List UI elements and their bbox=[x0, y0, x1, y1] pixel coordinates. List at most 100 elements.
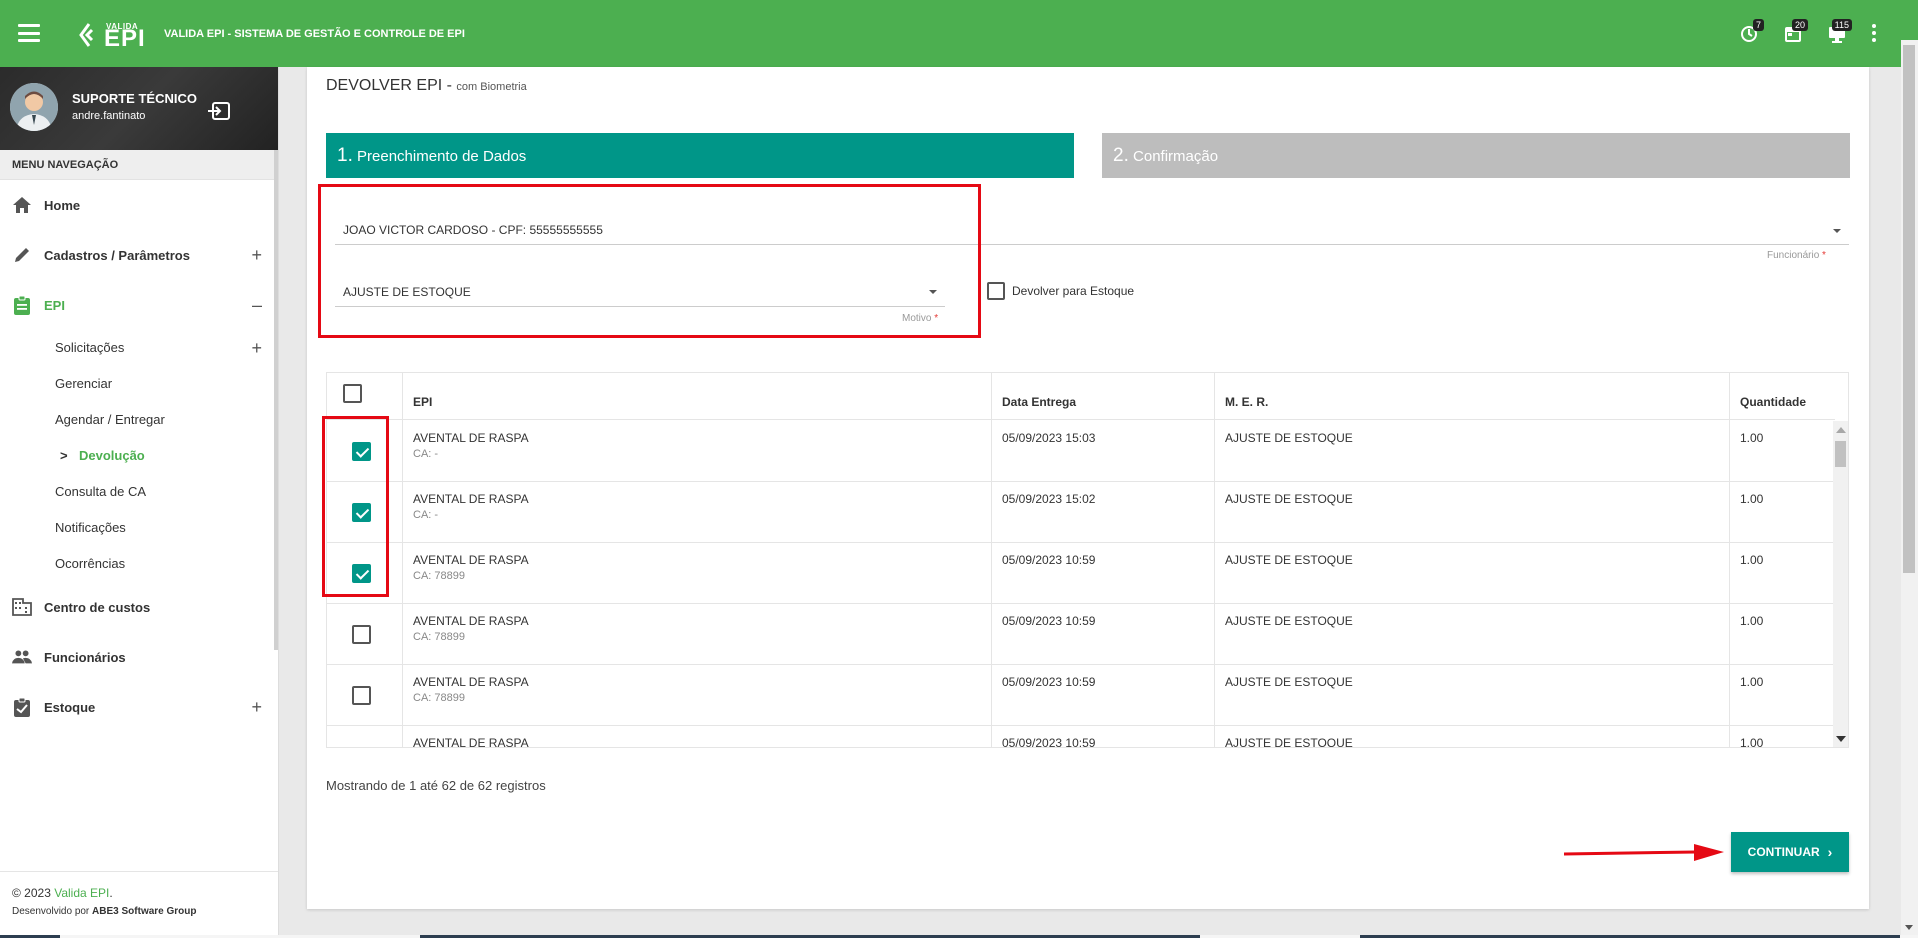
sidebar-subitem-solicitacoes[interactable]: Solicitações + bbox=[0, 330, 278, 366]
data-entrega-cell: 05/09/2023 10:59 bbox=[1002, 675, 1096, 689]
row-checkbox[interactable] bbox=[352, 503, 371, 522]
mer-cell: AJUSTE DE ESTOQUE bbox=[1225, 675, 1353, 689]
history-icon[interactable]: 7 bbox=[1738, 19, 1764, 46]
sidebar-subitem-label: Ocorrências bbox=[55, 556, 126, 571]
expand-plus-icon[interactable]: + bbox=[251, 330, 262, 366]
user-panel: SUPORTE TÉCNICO andre.fantinato bbox=[0, 67, 278, 150]
page-scrollbar[interactable] bbox=[1901, 40, 1918, 938]
sidebar-item-home[interactable]: Home bbox=[0, 180, 278, 230]
menu-header: MENU NAVEGAÇÃO bbox=[0, 150, 278, 180]
table-row[interactable]: AVENTAL DE RASPA CA: 78899 05/09/2023 10:… bbox=[327, 665, 1835, 726]
pencil-icon bbox=[12, 245, 32, 265]
footer-brand-link[interactable]: Valida EPI bbox=[54, 886, 109, 900]
devolver-estoque-label: Devolver para Estoque bbox=[1012, 284, 1135, 298]
sidebar-item-centro-custos[interactable]: Centro de custos bbox=[0, 582, 278, 632]
more-vert-icon[interactable] bbox=[1872, 24, 1878, 42]
table-scroll-thumb[interactable] bbox=[1835, 441, 1846, 467]
expand-plus-icon[interactable]: + bbox=[251, 246, 262, 264]
epi-name: AVENTAL DE RASPA bbox=[413, 614, 529, 628]
dropdown-caret-icon bbox=[1833, 229, 1841, 233]
sidebar-subitem-label: Gerenciar bbox=[55, 376, 113, 391]
row-checkbox[interactable] bbox=[352, 625, 371, 644]
step-1-label: Preenchimento de Dados bbox=[357, 148, 527, 165]
devolver-card: DEVOLVER EPI - com Biometria 1. Preenchi… bbox=[307, 67, 1869, 909]
page-subtitle: com Biometria bbox=[456, 81, 527, 93]
sidebar-item-label: Cadastros / Parâmetros bbox=[44, 247, 190, 263]
expand-plus-icon[interactable]: + bbox=[251, 698, 262, 716]
sidebar-item-cadastros[interactable]: Cadastros / Parâmetros + bbox=[0, 230, 278, 280]
row-checkbox[interactable] bbox=[352, 564, 371, 583]
people-icon bbox=[12, 647, 32, 667]
step-1-tab[interactable]: 1. Preenchimento de Dados bbox=[326, 133, 1074, 178]
table-row[interactable]: AVENTAL DE RASPA CA: 78899 05/09/2023 10:… bbox=[327, 604, 1835, 665]
sidebar-subitem-notificacoes[interactable]: Notificações bbox=[0, 510, 278, 546]
motivo-label: Motivo * bbox=[902, 313, 939, 324]
app-logo[interactable]: VALIDA EPI bbox=[78, 18, 146, 52]
sidebar-subitem-gerenciar[interactable]: Gerenciar bbox=[0, 366, 278, 402]
hamburger-menu-icon[interactable] bbox=[18, 24, 40, 42]
sidebar-item-funcionarios[interactable]: Funcionários bbox=[0, 632, 278, 682]
step-2-tab[interactable]: 2. Confirmação bbox=[1102, 133, 1850, 178]
chevron-right-icon: > bbox=[60, 448, 68, 463]
table-row[interactable]: AVENTAL DE RASPA CA: - 05/09/2023 15:03 A… bbox=[327, 421, 1835, 482]
mer-cell: AJUSTE DE ESTOQUE bbox=[1225, 553, 1353, 567]
sidebar-item-label: Home bbox=[44, 197, 81, 213]
sidebar-subitem-label: Solicitações bbox=[55, 340, 125, 355]
epi-name: AVENTAL DE RASPA bbox=[413, 553, 529, 567]
funcionario-select[interactable]: JOAO VICTOR CARDOSO - CPF: 55555555555 bbox=[335, 217, 1849, 245]
select-all-checkbox[interactable] bbox=[343, 384, 362, 403]
table-scrollbar[interactable] bbox=[1833, 421, 1848, 747]
devolver-estoque-option[interactable]: Devolver para Estoque bbox=[987, 282, 1134, 300]
collapse-minus-icon[interactable]: – bbox=[252, 296, 262, 314]
column-header-epi[interactable]: EPI bbox=[413, 373, 432, 420]
scroll-down-icon[interactable] bbox=[1905, 925, 1913, 930]
sidebar-subitem-label: Notificações bbox=[55, 520, 126, 535]
continue-label: CONTINUAR bbox=[1747, 845, 1820, 859]
row-checkbox[interactable] bbox=[352, 747, 371, 748]
user-name: SUPORTE TÉCNICO bbox=[72, 91, 197, 106]
motivo-select[interactable]: AJUSTE DE ESTOQUE bbox=[335, 279, 945, 307]
column-header-mer[interactable]: M. E. R. bbox=[1225, 373, 1268, 420]
continue-button[interactable]: CONTINUAR › bbox=[1731, 832, 1849, 872]
sidebar-subitem-devolucao[interactable]: > Devolução bbox=[0, 438, 278, 474]
quantidade-cell: 1.00 bbox=[1740, 431, 1764, 445]
calendar-icon[interactable]: 20 bbox=[1782, 19, 1808, 46]
mer-cell: AJUSTE DE ESTOQUE bbox=[1225, 614, 1353, 628]
table-row[interactable]: AVENTAL DE RASPA CA: - 05/09/2023 15:02 A… bbox=[327, 482, 1835, 543]
sidebar-subitem-agendar[interactable]: Agendar / Entregar bbox=[0, 402, 278, 438]
logout-icon[interactable] bbox=[207, 101, 231, 121]
column-header-quantidade[interactable]: Quantidade bbox=[1740, 373, 1806, 420]
row-checkbox[interactable] bbox=[352, 442, 371, 461]
sidebar-item-label: Centro de custos bbox=[44, 599, 151, 615]
history-badge: 7 bbox=[1752, 19, 1764, 31]
scroll-down-icon[interactable] bbox=[1836, 736, 1846, 742]
sidebar-scrollbar[interactable] bbox=[274, 150, 278, 650]
sidebar-subitem-ocorrencias[interactable]: Ocorrências bbox=[0, 546, 278, 582]
row-checkbox[interactable] bbox=[352, 686, 371, 705]
sidebar-subitem-consulta-ca[interactable]: Consulta de CA bbox=[0, 474, 278, 510]
quantidade-cell: 1.00 bbox=[1740, 492, 1764, 506]
sidebar-item-estoque[interactable]: Estoque + bbox=[0, 682, 278, 732]
app-title: VALIDA EPI - SISTEMA DE GESTÃO E CONTROL… bbox=[164, 28, 465, 40]
top-actions: 7 20 115 bbox=[1738, 19, 1878, 46]
monitor-badge: 115 bbox=[1831, 19, 1852, 31]
funcionario-label: Funcionário * bbox=[1767, 250, 1826, 261]
records-info: Mostrando de 1 até 62 de 62 registros bbox=[326, 778, 546, 793]
step-2-label: Confirmação bbox=[1133, 148, 1219, 165]
scroll-up-icon[interactable] bbox=[1836, 427, 1846, 433]
sidebar-item-epi[interactable]: EPI – bbox=[0, 280, 278, 330]
devolver-estoque-checkbox[interactable] bbox=[987, 282, 1005, 300]
table-row[interactable]: AVENTAL DE RASPA CA: 78899 05/09/2023 10:… bbox=[327, 543, 1835, 604]
page-title: DEVOLVER EPI - com Biometria bbox=[326, 77, 527, 94]
table-row[interactable]: AVENTAL DE RASPA 05/09/2023 10:59 AJUSTE… bbox=[327, 726, 1835, 748]
monitor-icon[interactable]: 115 bbox=[1826, 19, 1852, 46]
home-icon bbox=[12, 195, 32, 215]
table-header: EPI Data Entrega M. E. R. Quantidade bbox=[327, 373, 1835, 420]
funcionario-value: JOAO VICTOR CARDOSO - CPF: 55555555555 bbox=[343, 223, 603, 237]
column-header-data-entrega[interactable]: Data Entrega bbox=[1002, 373, 1076, 420]
sidebar-subitem-label: Devolução bbox=[79, 448, 145, 463]
sidebar-item-label: Estoque bbox=[44, 699, 96, 715]
page-scroll-thumb[interactable] bbox=[1903, 45, 1915, 573]
clipboard-check-icon bbox=[12, 697, 32, 717]
dropdown-caret-icon bbox=[929, 290, 937, 294]
